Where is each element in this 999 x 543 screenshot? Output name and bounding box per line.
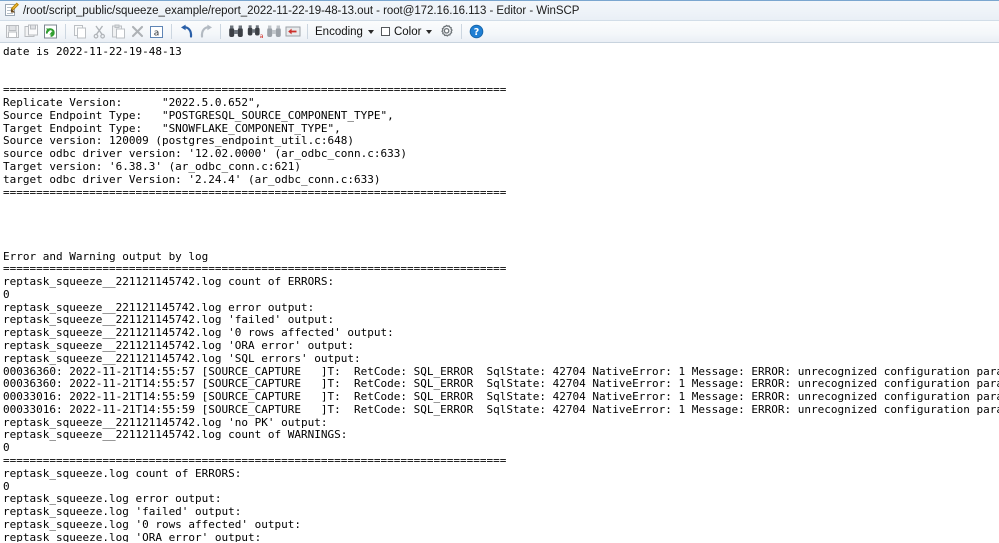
undo-arrow-icon[interactable] — [177, 22, 196, 41]
editor-toolbar: a a Encoding Color ? — [0, 21, 999, 43]
svg-text:a: a — [154, 28, 160, 38]
copy-button[interactable] — [71, 22, 90, 41]
save-button[interactable] — [3, 22, 22, 41]
save-as-button[interactable] — [22, 22, 41, 41]
binoculars-icon[interactable] — [226, 22, 245, 41]
toolbar-separator — [307, 24, 308, 39]
color-label: Color — [393, 25, 422, 38]
go-to-line-icon[interactable] — [283, 22, 302, 41]
select-all-a-icon[interactable]: a — [147, 22, 166, 41]
binoculars-replace-icon[interactable]: ac — [245, 22, 264, 41]
binoculars-next-icon[interactable] — [264, 22, 283, 41]
clipboard-button-group: a — [71, 22, 166, 41]
toolbar-separator — [461, 24, 463, 39]
svg-text:?: ? — [474, 27, 480, 38]
encoding-label: Encoding — [315, 25, 363, 38]
editor-text-area[interactable]: date is 2022-11-22-19-48-13 ============… — [0, 43, 999, 542]
file-button-group — [3, 22, 60, 41]
toolbar-separator — [220, 24, 221, 39]
color-menu-button[interactable]: Color — [377, 22, 435, 41]
reload-button[interactable] — [41, 22, 60, 41]
editor-document-pencil-icon — [4, 2, 19, 18]
svg-text:ac: ac — [259, 32, 262, 39]
gear-icon[interactable] — [437, 22, 456, 41]
paste-button[interactable] — [109, 22, 128, 41]
file-content[interactable]: date is 2022-11-22-19-48-13 ============… — [0, 43, 999, 542]
window-title: /root/script_public/squeeze_example/repo… — [23, 4, 580, 17]
search-button-group: ac — [226, 22, 302, 41]
window-title-bar: /root/script_public/squeeze_example/repo… — [0, 0, 999, 21]
redo-arrow-icon[interactable] — [196, 22, 215, 41]
history-button-group — [177, 22, 215, 41]
delete-x-icon[interactable] — [128, 22, 147, 41]
color-swatch-icon — [380, 27, 390, 36]
encoding-menu-button[interactable]: Encoding — [313, 22, 377, 41]
cut-scissors-icon[interactable] — [90, 22, 109, 41]
toolbar-separator — [171, 24, 172, 39]
help-question-icon[interactable]: ? — [467, 22, 486, 41]
chevron-down-icon — [426, 29, 433, 34]
chevron-down-icon — [367, 29, 374, 34]
toolbar-separator — [65, 24, 66, 39]
